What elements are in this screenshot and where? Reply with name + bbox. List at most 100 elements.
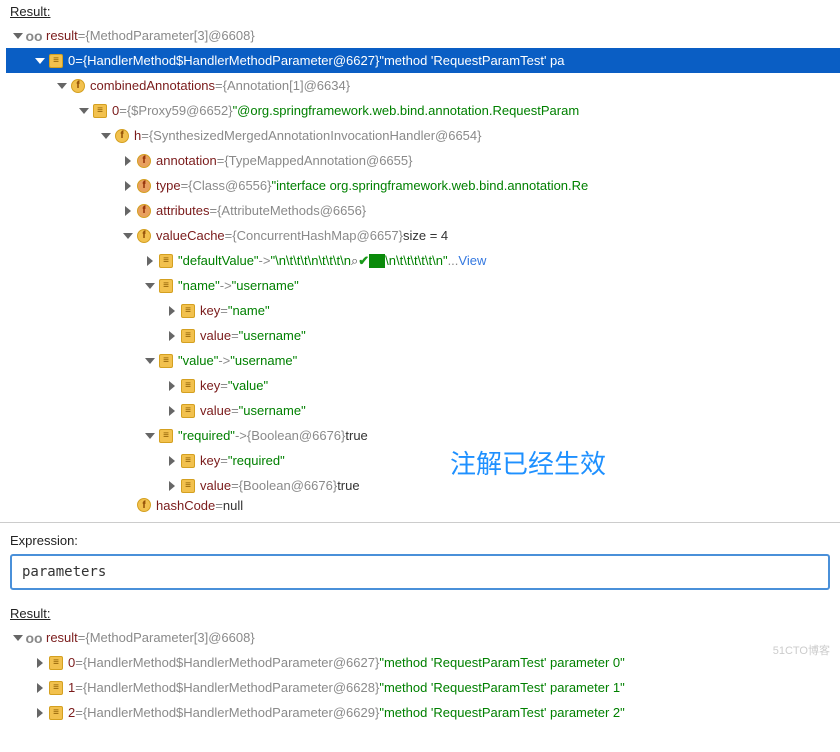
- expand-icon[interactable]: [54, 79, 68, 93]
- var-name: annotation: [156, 153, 217, 168]
- element-icon: ≡: [158, 353, 174, 369]
- var-type: {MethodParameter[3]@6608}: [85, 28, 254, 43]
- expand-icon[interactable]: [98, 129, 112, 143]
- element-icon: ≡: [180, 453, 196, 469]
- expand-icon[interactable]: [164, 479, 178, 493]
- tree-row[interactable]: ≡ "required" -> {Boolean@6676} true: [6, 423, 840, 448]
- expand-icon[interactable]: [142, 354, 156, 368]
- var-name: valueCache: [156, 228, 225, 243]
- expand-icon[interactable]: [76, 104, 90, 118]
- var-value: "@org.springframework.web.bind.annotatio…: [233, 103, 580, 118]
- expand-icon[interactable]: [142, 429, 156, 443]
- element-icon: ≡: [158, 428, 174, 444]
- annotation-overlay: 注解已经生效: [450, 444, 606, 481]
- expand-icon[interactable]: [120, 154, 134, 168]
- tree-row-selected[interactable]: ≡ 0 = {HandlerMethod$HandlerMethodParame…: [6, 48, 840, 73]
- tree-row[interactable]: f combinedAnnotations = {Annotation[1]@6…: [6, 73, 840, 98]
- element-icon: ≡: [158, 253, 174, 269]
- element-icon: ≡: [180, 303, 196, 319]
- element-icon: ≡: [48, 655, 64, 671]
- result-label-bottom: Result:: [0, 602, 840, 623]
- tree-row[interactable]: ≡ key = "name": [6, 298, 840, 323]
- tree-root[interactable]: oo result = {MethodParameter[3]@6608}: [6, 23, 840, 48]
- field-icon: f: [70, 78, 86, 94]
- expand-icon[interactable]: [32, 656, 46, 670]
- entry-val: "username": [232, 278, 299, 293]
- expand-icon[interactable]: [10, 29, 24, 43]
- expression-input[interactable]: parameters: [10, 554, 830, 590]
- var-type: {ConcurrentHashMap@6657}: [232, 228, 403, 243]
- tree-row[interactable]: ≡ value = {Boolean@6676} true: [6, 473, 840, 498]
- expand-icon[interactable]: [120, 229, 134, 243]
- expand-icon[interactable]: [164, 304, 178, 318]
- element-icon: ≡: [92, 103, 108, 119]
- tree-row[interactable]: f valueCache = {ConcurrentHashMap@6657} …: [6, 223, 840, 248]
- entry-key: "name": [178, 278, 220, 293]
- expand-icon[interactable]: [32, 706, 46, 720]
- debug-tree-top: oo result = {MethodParameter[3]@6608} ≡ …: [0, 21, 840, 518]
- watermark: 51CTO博客: [773, 642, 830, 658]
- entry-key: "defaultValue": [178, 253, 259, 268]
- element-icon: ≡: [48, 705, 64, 721]
- element-icon: ≡: [48, 680, 64, 696]
- expand-icon[interactable]: [32, 54, 46, 68]
- element-icon: ≡: [48, 53, 64, 69]
- var-type: {Annotation[1]@6634}: [223, 78, 350, 93]
- expand-icon[interactable]: [10, 631, 24, 645]
- tree-row[interactable]: f type = {Class@6556} "interface org.spr…: [6, 173, 840, 198]
- tree-row[interactable]: f attributes = {AttributeMethods@6656}: [6, 198, 840, 223]
- color-swatch: [369, 254, 385, 268]
- var-type: {TypeMappedAnnotation@6655}: [224, 153, 412, 168]
- field-icon: f: [136, 153, 152, 169]
- magnifier-icon[interactable]: ⌕: [351, 253, 358, 269]
- var-type: {HandlerMethod$HandlerMethodParameter@66…: [83, 53, 380, 68]
- var-value: "method 'RequestParamTest' pa: [379, 53, 564, 68]
- check-icon: ✔: [358, 253, 369, 269]
- expand-icon[interactable]: [120, 204, 134, 218]
- element-icon: ≡: [158, 278, 174, 294]
- map-size: size = 4: [403, 228, 448, 243]
- view-link[interactable]: View: [458, 253, 486, 268]
- tree-row[interactable]: ≡ "name" -> "username": [6, 273, 840, 298]
- tree-row[interactable]: ≡ "defaultValue" -> "\n\t\t\t\n\t\t\t\n …: [6, 248, 840, 273]
- expand-icon[interactable]: [32, 681, 46, 695]
- tree-row[interactable]: ≡ 2 = {HandlerMethod$HandlerMethodParame…: [6, 700, 840, 725]
- expand-icon[interactable]: [142, 279, 156, 293]
- var-name: type: [156, 178, 181, 193]
- expand-icon[interactable]: [142, 254, 156, 268]
- expand-icon[interactable]: [164, 329, 178, 343]
- watch-icon: oo: [26, 28, 42, 44]
- tree-row[interactable]: ≡ 0 = {$Proxy59@6652} "@org.springframew…: [6, 98, 840, 123]
- field-icon: f: [136, 228, 152, 244]
- expand-icon[interactable]: [164, 404, 178, 418]
- element-icon: ≡: [180, 478, 196, 494]
- field-icon: f: [114, 128, 130, 144]
- tree-row[interactable]: f annotation = {TypeMappedAnnotation@665…: [6, 148, 840, 173]
- expand-icon[interactable]: [120, 179, 134, 193]
- expand-icon[interactable]: [164, 454, 178, 468]
- field-icon: f: [136, 498, 152, 512]
- bottom-result: 51CTO博客 Result: oo result = {MethodParam…: [0, 602, 840, 731]
- element-icon: ≡: [180, 378, 196, 394]
- tree-row[interactable]: ≡ "value" -> "username": [6, 348, 840, 373]
- tree-row[interactable]: ≡ key = "value": [6, 373, 840, 398]
- entry-val: "\n\t\t\t\n\t\t\t\n: [270, 253, 350, 268]
- watch-icon: oo: [26, 630, 42, 646]
- tree-row[interactable]: ≡ value = "username": [6, 398, 840, 423]
- var-name: attributes: [156, 203, 209, 218]
- tree-row[interactable]: ≡ 1 = {HandlerMethod$HandlerMethodParame…: [6, 675, 840, 700]
- var-type: {SynthesizedMergedAnnotationInvocationHa…: [149, 128, 482, 143]
- tree-row[interactable]: ≡ 0 = {HandlerMethod$HandlerMethodParame…: [6, 650, 840, 675]
- var-name: combinedAnnotations: [90, 78, 215, 93]
- field-icon: f: [136, 203, 152, 219]
- tree-row[interactable]: f h = {SynthesizedMergedAnnotationInvoca…: [6, 123, 840, 148]
- var-type: {Class@6556}: [188, 178, 271, 193]
- tree-row[interactable]: ≡ key = "required": [6, 448, 840, 473]
- tree-root[interactable]: oo result = {MethodParameter[3]@6608}: [6, 625, 840, 650]
- tree-row-cut[interactable]: f hashCode = null: [6, 498, 840, 512]
- var-name: result: [46, 28, 78, 43]
- expression-label: Expression:: [0, 523, 840, 554]
- tree-row[interactable]: ≡ value = "username": [6, 323, 840, 348]
- element-icon: ≡: [180, 328, 196, 344]
- expand-icon[interactable]: [164, 379, 178, 393]
